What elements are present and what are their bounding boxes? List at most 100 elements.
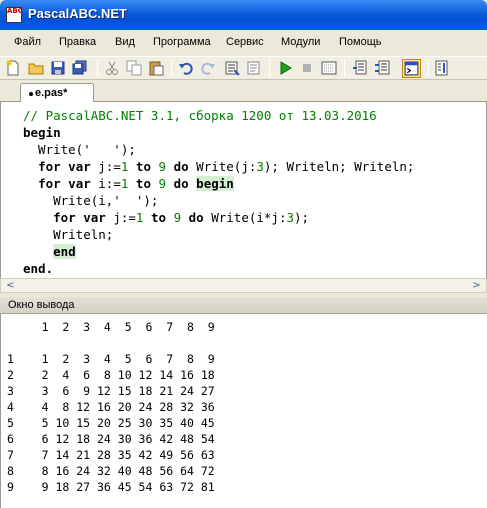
- output-line: 3 3 6 9 12 15 18 21 24 27: [7, 384, 215, 398]
- code-token: Write(i,' ');: [23, 193, 159, 208]
- code-editor[interactable]: // PascalABC.NET 3.1, сборка 1200 от 13.…: [0, 102, 487, 278]
- toolbar: [0, 56, 487, 80]
- compile-icon[interactable]: [224, 60, 240, 76]
- cut-icon[interactable]: [104, 60, 120, 76]
- output-line: 7 7 14 21 28 35 42 49 56 63: [7, 448, 215, 462]
- debug-step-icon[interactable]: [352, 60, 368, 76]
- code-token: do: [173, 159, 189, 174]
- menu-view[interactable]: Вид: [115, 36, 135, 48]
- code-token: end.: [23, 261, 54, 276]
- output-line: 2 2 4 6 8 10 12 14 16 18: [7, 368, 215, 382]
- menu-file[interactable]: Файл: [14, 36, 41, 48]
- open-folder-icon[interactable]: [28, 60, 44, 76]
- menu-program[interactable]: Программа: [153, 36, 211, 48]
- code-token: 9: [158, 176, 167, 191]
- code-token: Writeln;: [23, 227, 114, 242]
- new-file-icon[interactable]: [5, 60, 21, 76]
- code-token: for var: [38, 159, 91, 174]
- output-window-icon[interactable]: [402, 59, 421, 78]
- app-icon: ABC: [6, 7, 23, 23]
- code-token: end: [53, 244, 76, 259]
- code-token: 9: [173, 210, 182, 225]
- scroll-left-arrow-icon[interactable]: <: [3, 280, 18, 292]
- stop-icon[interactable]: [299, 60, 315, 76]
- menu-help[interactable]: Помощь: [339, 36, 382, 48]
- code-token: ); Writeln; Writeln;: [263, 159, 415, 174]
- code-token: 3: [256, 159, 264, 174]
- code-line: end.: [23, 261, 53, 277]
- code-line: for var j:=1 to 9 do Write(j:3); Writeln…: [23, 159, 414, 175]
- run-icon[interactable]: [277, 60, 293, 76]
- code-line: for var j:=1 to 9 do Write(i*j:3);: [23, 210, 309, 226]
- code-token: Write(' ');: [23, 142, 136, 157]
- output-line: 6 6 12 18 24 30 36 42 48 54: [7, 432, 215, 446]
- output-line: 9 9 18 27 36 45 54 63 72 81: [7, 480, 215, 494]
- code-line: Write(i,' ');: [23, 193, 158, 209]
- code-token: j:=: [90, 159, 121, 174]
- code-token: to: [135, 159, 151, 174]
- code-token: to: [135, 176, 151, 191]
- code-token: );: [294, 210, 310, 225]
- code-token: Write(i*j:: [203, 210, 287, 225]
- output-line: 4 4 8 12 16 20 24 28 32 36: [7, 400, 215, 414]
- code-token: i:=: [90, 176, 121, 191]
- scroll-right-arrow-icon[interactable]: >: [469, 280, 484, 292]
- code-line: Writeln;: [23, 227, 113, 243]
- code-line: Write(' ');: [23, 142, 136, 158]
- modified-dot-icon: [29, 92, 33, 96]
- tab-label: e.pas*: [35, 87, 68, 99]
- form-designer-icon[interactable]: [321, 60, 337, 76]
- save-all-icon[interactable]: [72, 60, 88, 76]
- debug-step-over-icon[interactable]: [374, 60, 390, 76]
- menu-edit[interactable]: Правка: [59, 36, 96, 48]
- code-token: begin: [23, 125, 61, 140]
- tab-e-pas[interactable]: e.pas*: [20, 83, 94, 103]
- code-token: to: [150, 210, 167, 225]
- output-header: Окно вывода: [0, 297, 487, 314]
- code-line: end: [23, 244, 76, 260]
- code-line: begin: [23, 125, 61, 141]
- code-line: for var i:=1 to 9 do begin: [23, 176, 234, 192]
- menu-modules[interactable]: Модули: [281, 36, 320, 48]
- code-token: Write(j:: [188, 159, 257, 174]
- options-icon[interactable]: [434, 60, 450, 76]
- code-token: for var: [53, 210, 106, 225]
- output-window[interactable]: 1 2 3 4 5 6 7 8 9 1 1 2 3 4 5 6 7 8 9 2 …: [0, 314, 487, 508]
- code-token: j:=: [105, 210, 136, 225]
- code-token: // PascalABC.NET 3.1, сборка 1200 от 13.…: [23, 108, 377, 123]
- redo-icon[interactable]: [200, 60, 216, 76]
- code-token: begin: [196, 176, 234, 191]
- output-line: 1 2 3 4 5 6 7 8 9: [7, 320, 215, 334]
- title-bar[interactable]: ABC PascalABC.NET: [0, 0, 487, 30]
- code-token: do: [173, 176, 189, 191]
- code-token: 3: [286, 210, 295, 225]
- output-line: 1 1 2 3 4 5 6 7 8 9: [7, 352, 215, 366]
- undo-icon[interactable]: [178, 60, 194, 76]
- build-icon[interactable]: [246, 60, 262, 76]
- menu-service[interactable]: Сервис: [226, 36, 264, 48]
- save-icon[interactable]: [50, 60, 66, 76]
- horizontal-scrollbar[interactable]: < >: [0, 278, 487, 293]
- output-line: 5 5 10 15 20 25 30 35 40 45: [7, 416, 215, 430]
- code-token: do: [188, 210, 204, 225]
- output-title: Окно вывода: [8, 299, 75, 311]
- tab-strip: e.pas*: [0, 80, 487, 103]
- paste-icon[interactable]: [148, 60, 164, 76]
- code-token: for var: [38, 176, 91, 191]
- window-title: PascalABC.NET: [28, 6, 127, 21]
- code-line: // PascalABC.NET 3.1, сборка 1200 от 13.…: [23, 108, 377, 124]
- copy-icon[interactable]: [126, 60, 142, 76]
